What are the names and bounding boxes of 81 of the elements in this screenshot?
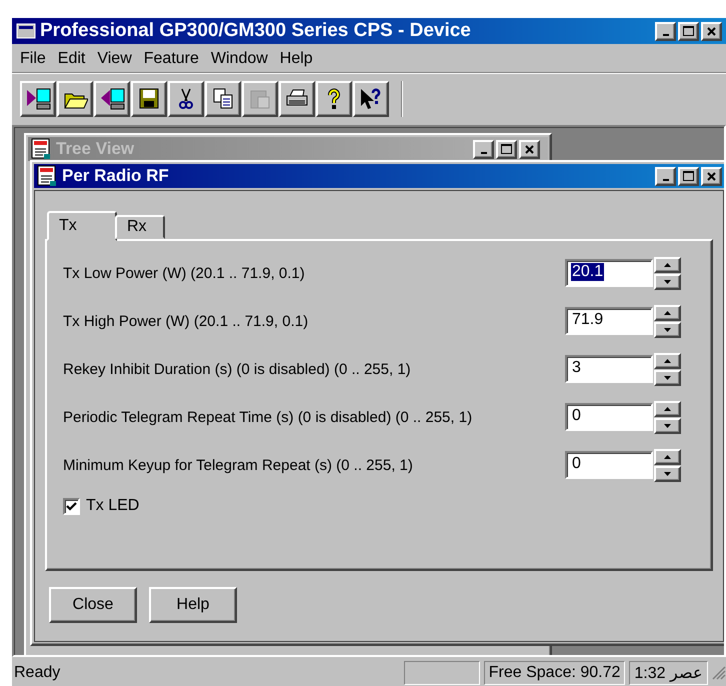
- spin-down-button[interactable]: [654, 274, 681, 290]
- document-icon: [36, 165, 58, 187]
- toolbar-button[interactable]: [316, 81, 352, 117]
- input-field[interactable]: 0: [565, 403, 653, 431]
- spin-down-button[interactable]: [654, 418, 681, 434]
- field-label: Minimum Keyup for Telegram Repeat (s) (0 .. 255, 1): [63, 456, 413, 474]
- maximize-icon: [683, 171, 694, 181]
- spin-down-button[interactable]: [654, 466, 681, 482]
- close-button[interactable]: [701, 22, 722, 40]
- maximize-button[interactable]: [678, 166, 699, 186]
- spin-up-button[interactable]: [654, 256, 681, 272]
- checkbox-label: Tx LED: [86, 497, 140, 515]
- toolbar-button[interactable]: [57, 81, 93, 117]
- minimize-icon: [662, 34, 668, 36]
- arrow-computer-icon: [99, 86, 125, 112]
- menu-item[interactable]: Edit: [52, 48, 92, 70]
- menu-item[interactable]: Feature: [138, 48, 205, 70]
- toolbar-button[interactable]: [168, 81, 204, 117]
- spin-down-button[interactable]: [654, 370, 681, 386]
- toolbar-button[interactable]: [131, 81, 167, 117]
- up-arrow-icon: [664, 310, 671, 314]
- maximize-icon: [683, 26, 694, 36]
- toolbar-button[interactable]: [205, 81, 241, 117]
- up-arrow-icon: [664, 358, 671, 362]
- close-icon: [525, 144, 534, 154]
- toolbar-button[interactable]: [20, 81, 56, 117]
- input-field[interactable]: 0: [565, 451, 653, 479]
- minimize-button[interactable]: [655, 166, 676, 186]
- window-title: Tree View: [56, 139, 136, 159]
- up-arrow-icon: [664, 454, 671, 458]
- field-label: Tx High Power (W) (20.1 .. 71.9, 0.1): [63, 312, 308, 330]
- down-arrow-icon: [664, 424, 671, 428]
- spin-up-button[interactable]: [654, 448, 681, 464]
- toolbar-button[interactable]: [353, 81, 389, 117]
- maximize-button[interactable]: [678, 22, 699, 40]
- dialog-button[interactable]: Help: [149, 587, 237, 623]
- down-arrow-icon: [664, 376, 671, 380]
- close-button[interactable]: [519, 140, 540, 158]
- down-arrow-icon: [664, 280, 671, 284]
- toolbar-button[interactable]: [94, 81, 130, 117]
- close-icon: [707, 172, 716, 180]
- input-field[interactable]: 71.9: [565, 307, 653, 335]
- field-label: Periodic Telegram Repeat Time (s) (0 is disabled) (0 .. 255, 1): [63, 408, 472, 426]
- minimize-icon: [480, 152, 486, 154]
- window-title: Professional GP300/GM300 Series CPS - Device: [40, 20, 472, 42]
- menu-item[interactable]: Help: [274, 48, 319, 70]
- input-field[interactable]: 20.1: [565, 259, 653, 287]
- minimize-button[interactable]: [473, 140, 494, 158]
- down-arrow-icon: [664, 328, 671, 332]
- tab[interactable]: Rx: [115, 215, 165, 239]
- menu-item[interactable]: View: [91, 48, 138, 70]
- field-label: Rekey Inhibit Duration (s) (0 is disabled) (0 .. 255, 1): [63, 360, 411, 378]
- up-arrow-icon: [664, 406, 671, 410]
- maximize-button[interactable]: [496, 140, 517, 158]
- window-icon: [16, 23, 36, 39]
- spin-down-button[interactable]: [654, 322, 681, 338]
- maximize-icon: [501, 144, 512, 154]
- close-button[interactable]: [701, 166, 722, 186]
- spin-up-button[interactable]: [654, 400, 681, 416]
- tab[interactable]: Tx: [47, 211, 117, 241]
- spin-up-button[interactable]: [654, 304, 681, 320]
- down-arrow-icon: [664, 472, 671, 476]
- checkbox[interactable]: [63, 498, 80, 514]
- toolbar-button[interactable]: [279, 81, 315, 117]
- clock-text: 1:32 عصر: [629, 661, 708, 685]
- up-arrow-icon: [664, 262, 671, 266]
- arrow-computer-icon: [25, 86, 51, 112]
- status-message: Ready: [13, 664, 62, 682]
- check-icon: [66, 502, 77, 510]
- menu-item[interactable]: File: [14, 48, 52, 70]
- window-title: Per Radio RF: [62, 166, 170, 186]
- field-label: Tx Low Power (W) (20.1 .. 71.9, 0.1): [63, 264, 305, 282]
- input-field[interactable]: 3: [565, 355, 653, 383]
- free-space-text: Free Space: 90.72: [484, 661, 626, 685]
- minimize-icon: [662, 178, 668, 180]
- spin-up-button[interactable]: [654, 352, 681, 368]
- close-icon: [707, 26, 716, 36]
- dialog-button[interactable]: Close: [49, 587, 137, 623]
- menu-item[interactable]: Window: [204, 48, 274, 70]
- resize-grip-icon: [712, 666, 726, 680]
- minimize-button[interactable]: [655, 22, 676, 40]
